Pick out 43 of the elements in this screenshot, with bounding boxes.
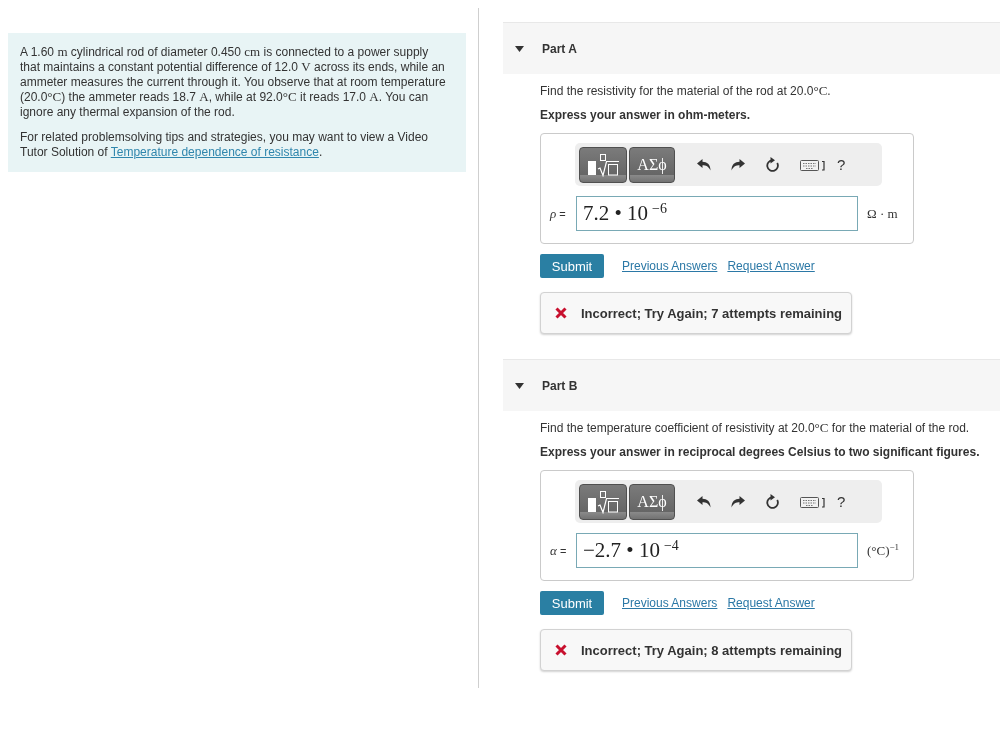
question-text: Find the temperature coefficient of resistivity at 20.0°C for the material of the rod.: [540, 421, 971, 436]
tip-text: For related problemsolving tips and strategies, you may want to view a Video Tutor Solution of Temperature dependence of resistance.: [20, 130, 429, 160]
instruction-text: Express your answer in reciprocal degrees Celsius to two significant figures.: [540, 445, 981, 460]
caret-down-icon: [515, 382, 524, 389]
action-link[interactable]: Request Answer: [727, 596, 815, 610]
keyboard-icon[interactable]: [800, 495, 826, 508]
variable-label: α =: [550, 542, 568, 559]
help-button[interactable]: ?: [834, 493, 849, 510]
instruction-text: Express your answer in ohm-meters.: [540, 108, 752, 123]
action-link[interactable]: Request Answer: [727, 259, 815, 273]
feedback-text: Incorrect; Try Again; 7 attempts remaining: [581, 305, 843, 321]
variable-label: ρ =: [550, 205, 567, 222]
reset-icon[interactable]: [765, 157, 780, 172]
question-text: Find the resistivity for the material of the rod at 20.0°C.: [540, 84, 832, 99]
unit-label: (°C)$^{−1}$: [867, 541, 900, 560]
submit-button[interactable]: Submit: [540, 591, 604, 615]
unit-label: Ω · m: [867, 205, 898, 222]
root-template-icon: [586, 489, 620, 514]
symbols-button[interactable]: ΑΣϕ: [629, 483, 675, 520]
symbols-button[interactable]: ΑΣϕ: [629, 146, 675, 183]
cross-icon: [555, 644, 567, 656]
reset-icon[interactable]: [765, 494, 780, 509]
undo-icon[interactable]: [697, 495, 711, 508]
cross-icon: [555, 307, 567, 319]
answer-input[interactable]: 7.2 • 10$^{−6}$: [576, 196, 858, 231]
undo-icon[interactable]: [697, 158, 711, 171]
action-link[interactable]: Previous Answers: [622, 596, 718, 610]
part-header[interactable]: Part A: [503, 22, 1000, 74]
redo-icon[interactable]: [731, 158, 745, 171]
templates-button[interactable]: [579, 146, 627, 183]
feedback-text: Incorrect; Try Again; 8 attempts remaining: [581, 642, 843, 658]
answer-input[interactable]: −2.7 • 10$^{−4}$: [576, 533, 858, 568]
help-button[interactable]: ?: [834, 156, 849, 173]
keyboard-icon[interactable]: [800, 158, 826, 171]
video-tutor-link[interactable]: Temperature dependence of resistance: [110, 145, 319, 159]
root-template-icon: [586, 152, 620, 177]
part-header[interactable]: Part B: [503, 359, 1000, 411]
problem-text: A 1.60 m cylindrical rod of diameter 0.450 cm is connected to a power supply that maintains a constant potential difference of 12.0 V across its ends, while an ammeter measures the current through it. You observe that at room temperature (20.0°C) the ammeter reads 18.7 A, while at 92.0°C it reads 17.0 A. You can ignore any thermal expansion of the rod.: [20, 45, 447, 120]
templates-button[interactable]: [579, 483, 627, 520]
caret-down-icon: [515, 45, 524, 52]
action-link[interactable]: Previous Answers: [622, 259, 718, 273]
redo-icon[interactable]: [731, 495, 745, 508]
submit-button[interactable]: Submit: [540, 254, 604, 278]
